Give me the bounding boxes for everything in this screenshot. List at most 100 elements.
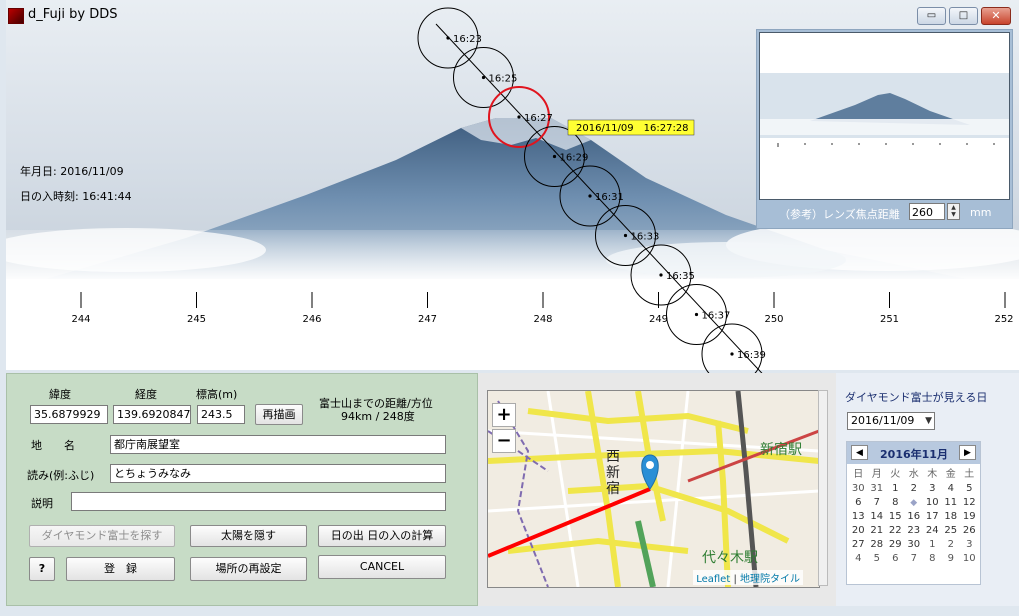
sun-time-label: 16:29 [560, 153, 589, 164]
azimuth-tick-label: 247 [418, 314, 437, 325]
calendar-day[interactable]: 8 [886, 496, 905, 510]
calendar-day[interactable]: 15 [886, 510, 905, 524]
calendar-day[interactable]: 24 [923, 524, 942, 538]
calendar-day[interactable]: 18 [942, 510, 961, 524]
calendar-day-selected[interactable]: ◆ [905, 496, 924, 510]
calendar-day[interactable]: 4 [849, 552, 868, 566]
map-label-yoyogi-station: 代々木駅 [702, 550, 758, 566]
calendar: ◀ 2016年11月 ▶ 日月火水木金土 30 31 1 2 3 4 5 6 7 8 ◆ 10 11 12 1… [846, 441, 981, 585]
calendar-day[interactable]: 9 [942, 552, 961, 566]
calendar-day[interactable]: 7 [868, 496, 887, 510]
latitude-label: 緯度 [49, 388, 71, 401]
leaflet-link[interactable]: Leaflet [696, 574, 730, 585]
calendar-day[interactable]: 17 [923, 510, 942, 524]
calendar-week-row: 20 21 22 23 24 25 26 [849, 524, 979, 538]
calendar-day[interactable]: 3 [923, 482, 942, 496]
calendar-day[interactable]: 25 [942, 524, 961, 538]
calendar-day[interactable]: 1 [923, 538, 942, 552]
sunset-time-label: 日の入時刻: 16:41:44 [20, 190, 132, 203]
calendar-day[interactable]: 7 [905, 552, 924, 566]
minimize-icon: ▭ [926, 10, 937, 21]
calendar-day[interactable]: 11 [942, 496, 961, 510]
lens-preview-panel: （参考）レンズ焦点距離 260 ▲ ▼ mm [756, 29, 1013, 229]
calendar-day[interactable]: 3 [960, 538, 979, 552]
calendar-day[interactable]: 28 [868, 538, 887, 552]
date-label: 年月日: 2016/11/09 [20, 165, 124, 178]
diamond-fuji-panel: ダイヤモンド富士が見える日 2016/11/09 ▼ ◀ 2016年11月 ▶ 日… [836, 373, 1019, 606]
diamond-date-select[interactable]: 2016/11/09 ▼ [847, 412, 935, 430]
spin-down-icon[interactable]: ▼ [948, 211, 959, 218]
calendar-day[interactable]: 5 [960, 482, 979, 496]
map-view[interactable]: + − 西 新 宿 新宿駅 代々木駅 Leaflet | 地理院タイル [487, 390, 820, 588]
calendar-next-button[interactable]: ▶ [959, 445, 976, 460]
reading-input[interactable]: とちょうみなみ [110, 464, 446, 483]
calendar-day[interactable]: 27 [849, 538, 868, 552]
hide-sun-button[interactable]: 太陽を隠す [190, 525, 307, 547]
latitude-input[interactable]: 35.6879929 [30, 405, 108, 424]
calendar-day[interactable]: 30 [905, 538, 924, 552]
sunrise-sunset-button[interactable]: 日の出 日の入の計算 [318, 525, 446, 547]
calendar-day[interactable]: 1 [886, 482, 905, 496]
reading-label: 読み(例:ふじ) [27, 469, 95, 482]
calendar-day[interactable]: 8 [923, 552, 942, 566]
sun-center-dot [730, 352, 734, 356]
redraw-button[interactable]: 再描画 [255, 404, 303, 425]
zoom-in-button[interactable]: + [492, 403, 516, 427]
focal-length-spinner[interactable]: ▲ ▼ [947, 203, 960, 220]
chevron-down-icon: ▼ [925, 416, 932, 426]
calendar-day[interactable]: 6 [849, 496, 868, 510]
calendar-day[interactable]: 2 [905, 482, 924, 496]
calendar-day[interactable]: 14 [868, 510, 887, 524]
calendar-day[interactable]: 6 [886, 552, 905, 566]
calendar-day[interactable]: 10 [960, 552, 979, 566]
calendar-day[interactable]: 5 [868, 552, 887, 566]
calendar-day[interactable]: 13 [849, 510, 868, 524]
register-button[interactable]: 登 録 [66, 557, 175, 581]
map-attribution: Leaflet | 地理院タイル [693, 570, 803, 585]
calendar-day[interactable]: 21 [868, 524, 887, 538]
calendar-prev-button[interactable]: ◀ [851, 445, 868, 460]
sun-time-label: 16:25 [489, 74, 518, 85]
longitude-input[interactable]: 139.6920847 [113, 405, 191, 424]
place-name-label: 地 名 [31, 439, 75, 452]
sun-center-dot [517, 115, 521, 119]
calendar-day[interactable]: 19 [960, 510, 979, 524]
altitude-input[interactable]: 243.5 [197, 405, 245, 424]
help-button[interactable]: ? [29, 557, 55, 581]
calendar-day[interactable]: 22 [886, 524, 905, 538]
calendar-day[interactable]: 26 [960, 524, 979, 538]
calendar-day[interactable]: 16 [905, 510, 924, 524]
calendar-day[interactable]: 23 [905, 524, 924, 538]
calendar-week-row: 13 14 15 16 17 18 19 [849, 510, 979, 524]
zoom-out-button[interactable]: − [492, 429, 516, 453]
highlight-timestamp: 2016/11/09 16:27:28 [576, 123, 689, 134]
minimize-button[interactable]: ▭ [917, 7, 946, 25]
calendar-day[interactable]: 12 [960, 496, 979, 510]
calendar-day[interactable]: 10 [923, 496, 942, 510]
calendar-day[interactable]: 2 [942, 538, 961, 552]
map-tiles [488, 391, 819, 587]
cancel-button[interactable]: CANCEL [318, 555, 446, 579]
close-button[interactable]: ✕ [981, 7, 1011, 25]
calendar-day[interactable]: 29 [886, 538, 905, 552]
calendar-day[interactable]: 30 [849, 482, 868, 496]
calendar-day[interactable]: 31 [868, 482, 887, 496]
app-icon [8, 8, 24, 24]
map-scrollbar[interactable] [818, 390, 828, 586]
maximize-button[interactable]: □ [949, 7, 978, 25]
calendar-day[interactable]: 4 [942, 482, 961, 496]
description-input[interactable] [71, 492, 446, 511]
place-name-input[interactable]: 都庁南展望室 [110, 435, 446, 454]
reset-location-button[interactable]: 場所の再設定 [190, 557, 307, 581]
find-diamond-fuji-button[interactable]: ダイヤモンド富士を探す [29, 525, 175, 547]
gsi-tiles-link[interactable]: 地理院タイル [740, 574, 800, 585]
calendar-day[interactable]: 20 [849, 524, 868, 538]
azimuth-tick-label: 246 [302, 314, 321, 325]
calendar-weekday: 月 [871, 469, 882, 480]
maximize-icon: □ [958, 10, 969, 21]
spin-up-icon[interactable]: ▲ [948, 204, 959, 211]
calendar-week-row: 6 7 8 ◆ 10 11 12 [849, 496, 979, 510]
sun-time-label: 16:37 [702, 311, 731, 322]
focal-length-input[interactable]: 260 [909, 203, 945, 220]
sun-time-label: 16:23 [453, 34, 482, 45]
